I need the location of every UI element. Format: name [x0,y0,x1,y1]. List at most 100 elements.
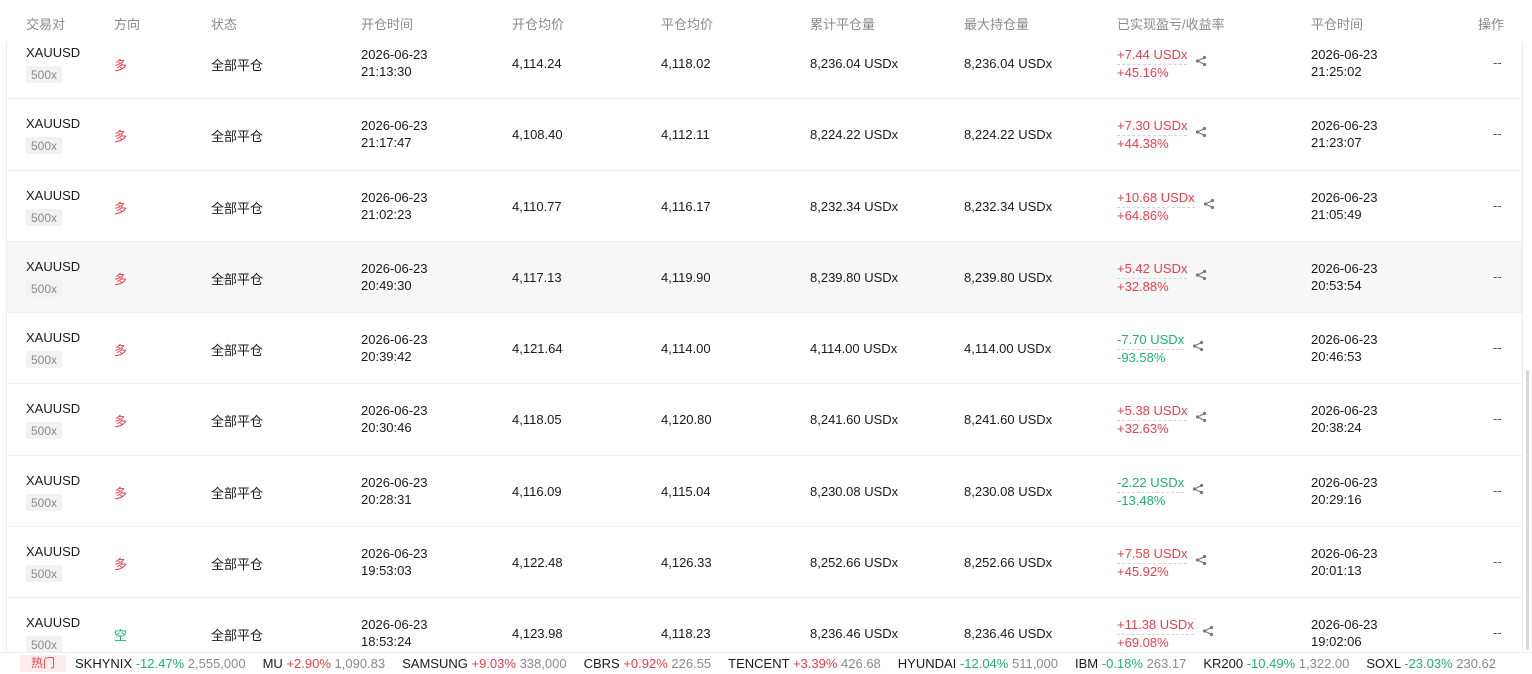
share-icon[interactable] [1192,340,1204,352]
table-row[interactable]: XAUUSD 500x 多 全部平仓 2026-06-23 20:30:46 4,… [7,384,1522,456]
scrollbar-thumb[interactable] [1526,370,1529,650]
max-position: 4,114.00 USDx [964,341,1052,357]
close-avg-price: 4,119.90 [661,269,711,285]
ticker-item[interactable]: MU +2.90% 1,090.83 [263,656,386,671]
direction: 多 [114,58,128,73]
ticker-price: 230.62 [1456,656,1497,671]
direction: 多 [114,343,128,359]
col-pair: 交易对 [26,17,66,32]
ticker-change: +3.39% [792,656,838,671]
open-time: 2026-06-23 20:39:42 [361,332,428,365]
open-avg-price: 4,121.64 [512,341,563,357]
table-row[interactable]: XAUUSD 500x 多 全部平仓 2026-06-23 20:28:31 4,… [7,455,1522,528]
pnl-roi: +44.38% [1117,136,1169,152]
direction: 多 [114,414,128,430]
pnl-roi: +32.63% [1117,421,1169,437]
market-ticker-bar: 热门 SKHYNIX -12.47% 2,555,000 MU +2.90% 1,… [0,652,1532,674]
max-position: 8,241.60 USDx [964,412,1053,428]
pnl-amount[interactable]: +10.68 USDx [1117,190,1195,208]
leverage-badge: 500x [26,493,63,511]
action-placeholder: -- [1493,126,1502,142]
direction: 多 [114,200,128,216]
open-avg-price: 4,118.05 [512,412,562,428]
realized-pnl: +7.44 USDx +45.16% [1117,47,1188,81]
max-position: 8,232.34 USDx [964,198,1053,214]
ticker-price: 226.55 [671,656,712,671]
table-row[interactable]: XAUUSD 500x 空 全部平仓 2026-06-23 18:53:24 4,… [7,598,1522,652]
col-close-time: 平仓时间 [1311,17,1364,32]
share-icon[interactable] [1202,625,1214,637]
ticker-price: 511,000 [1011,656,1058,671]
status-text: 全部平仓 [211,58,264,73]
share-icon[interactable] [1195,126,1207,138]
open-time: 2026-06-23 18:53:24 [361,617,428,650]
pnl-amount[interactable]: -7.70 USDx [1117,332,1185,351]
pnl-roi: -13.48% [1117,492,1166,508]
hot-label[interactable]: 热门 [20,655,66,672]
realized-pnl: +5.38 USDx +32.63% [1117,403,1188,437]
ticker-price: 263.17 [1146,656,1187,671]
ticker-item[interactable]: SAMSUNG +9.03% 338,000 [402,656,566,671]
table-row[interactable]: XAUUSD 500x 多 全部平仓 2026-06-23 20:39:42 4,… [7,313,1522,385]
action-placeholder: -- [1493,340,1502,356]
ticker-item[interactable]: SKHYNIX -12.47% 2,555,000 [75,656,246,671]
direction: 多 [114,557,128,573]
ticker-item[interactable]: SOXL -23.03% 230.62 [1366,656,1496,671]
status-text: 全部平仓 [211,343,264,359]
share-icon[interactable] [1203,198,1215,210]
close-avg-price: 4,116.17 [661,198,711,214]
share-icon[interactable] [1195,55,1207,67]
open-avg-price: 4,114.24 [512,56,562,71]
symbol: XAUUSD [26,401,81,417]
action-placeholder: -- [1493,554,1502,570]
table-left-border [6,40,7,652]
table-body[interactable]: XAUUSD 500x 多 全部平仓 2026-06-23 21:13:30 4,… [7,28,1522,652]
table-row[interactable]: XAUUSD 500x 多 全部平仓 2026-06-23 21:17:47 4,… [7,99,1522,171]
table-row[interactable]: XAUUSD 500x 多 全部平仓 2026-06-23 21:02:23 4,… [7,170,1522,242]
ticker-item[interactable]: IBM -0.18% 263.17 [1075,656,1186,671]
action-placeholder: -- [1493,411,1502,427]
pnl-amount[interactable]: -2.22 USDx [1117,475,1185,493]
close-time: 2026-06-23 20:29:16 [1311,474,1378,507]
close-avg-price: 4,118.23 [661,626,711,642]
col-pnl: 已实现盈亏/收益率 [1117,17,1225,32]
table-row[interactable]: XAUUSD 500x 多 全部平仓 2026-06-23 20:49:30 4,… [7,241,1522,314]
pnl-amount[interactable]: +5.38 USDx [1117,403,1188,422]
max-position: 8,252.66 USDx [964,555,1053,571]
pnl-amount[interactable]: +5.42 USDx [1117,261,1188,279]
status-text: 全部平仓 [211,129,264,145]
ticker-item[interactable]: KR200 -10.49% 1,322.00 [1203,656,1349,671]
pnl-roi: +69.08% [1117,635,1169,651]
col-cum-close: 累计平仓量 [810,17,876,32]
ticker-change: +0.92% [623,656,668,671]
ticker-item[interactable]: CBRS +0.92% 226.55 [584,656,712,671]
ticker-item[interactable]: TENCENT +3.39% 426.68 [728,656,881,671]
ticker-item[interactable]: HYUNDAI -12.04% 511,000 [898,656,1058,671]
pnl-roi: -93.58% [1117,350,1166,366]
ticker-change: -12.04% [959,656,1009,671]
open-time: 2026-06-23 20:28:31 [361,474,428,507]
table-row[interactable]: XAUUSD 500x 多 全部平仓 2026-06-23 19:53:03 4,… [7,527,1522,599]
pnl-roi: +64.86% [1117,207,1169,223]
ticker-change: -10.49% [1246,656,1296,671]
direction: 多 [114,271,128,287]
symbol: XAUUSD [26,116,81,132]
share-icon[interactable] [1195,554,1207,566]
leverage-badge: 500x [26,565,63,583]
share-icon[interactable] [1195,269,1207,281]
cumulative-close-volume: 8,230.08 USDx [810,483,899,499]
open-time: 2026-06-23 19:53:03 [361,546,428,579]
ticker-change: +2.90% [286,656,331,671]
cumulative-close-volume: 8,239.80 USDx [810,269,899,285]
pnl-amount[interactable]: +7.30 USDx [1117,118,1188,137]
max-position: 8,230.08 USDx [964,483,1053,499]
pnl-amount[interactable]: +11.38 USDx [1117,617,1194,636]
status-text: 全部平仓 [211,557,264,573]
share-icon[interactable] [1192,483,1204,495]
pnl-amount[interactable]: +7.58 USDx [1117,546,1188,565]
share-icon[interactable] [1195,411,1207,423]
pnl-roi: +45.16% [1117,65,1169,80]
pnl-amount[interactable]: +7.44 USDx [1117,47,1188,65]
realized-pnl: +5.42 USDx +32.88% [1117,261,1188,295]
direction: 多 [114,129,128,145]
